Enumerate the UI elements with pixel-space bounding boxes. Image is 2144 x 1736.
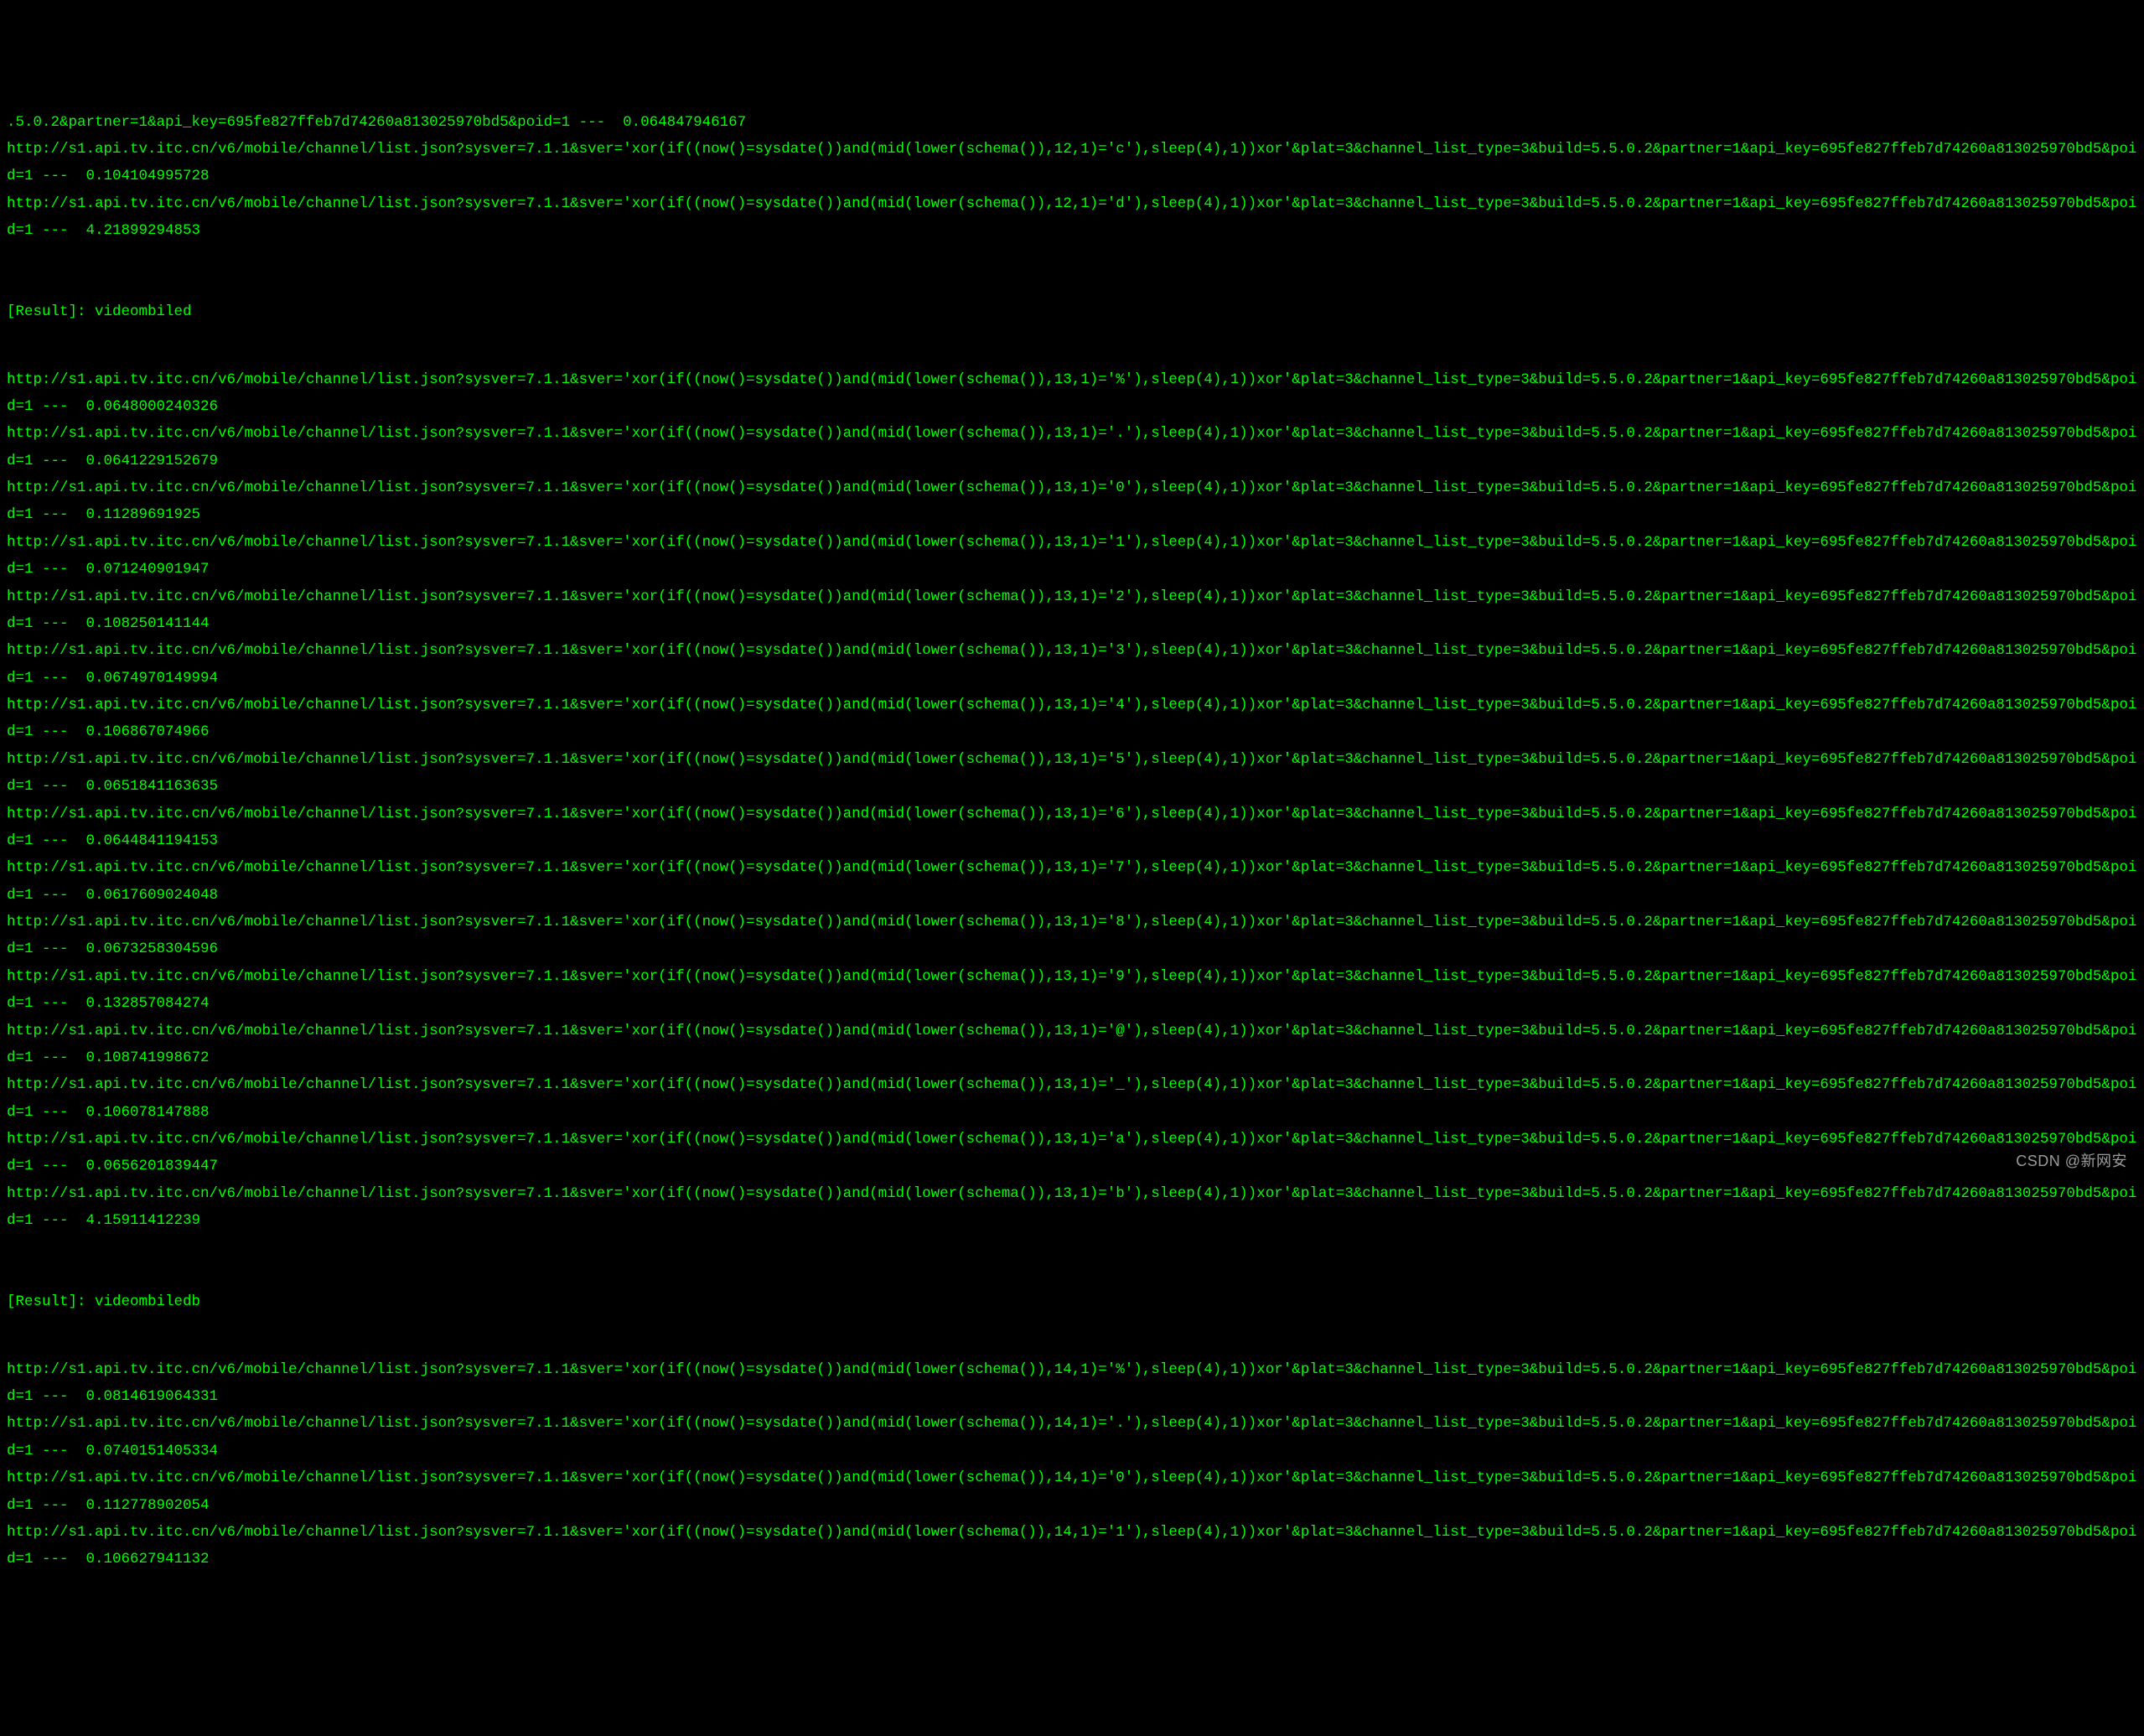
result-line: [Result]: videombiled xyxy=(7,298,2137,325)
log-line: http://s1.api.tv.itc.cn/v6/mobile/channe… xyxy=(7,1464,2137,1519)
log-line: http://s1.api.tv.itc.cn/v6/mobile/channe… xyxy=(7,136,2137,190)
log-line: http://s1.api.tv.itc.cn/v6/mobile/channe… xyxy=(7,1018,2137,1072)
log-line: http://s1.api.tv.itc.cn/v6/mobile/channe… xyxy=(7,1180,2137,1235)
log-line: http://s1.api.tv.itc.cn/v6/mobile/channe… xyxy=(7,801,2137,855)
blank-line xyxy=(7,1235,2137,1262)
log-line: http://s1.api.tv.itc.cn/v6/mobile/channe… xyxy=(7,692,2137,746)
terminal-output: .5.0.2&partner=1&api_key=695fe827ffeb7d7… xyxy=(7,109,2137,1573)
blank-line xyxy=(7,244,2137,271)
log-line: http://s1.api.tv.itc.cn/v6/mobile/channe… xyxy=(7,963,2137,1018)
log-line: http://s1.api.tv.itc.cn/v6/mobile/channe… xyxy=(7,1071,2137,1126)
log-line: http://s1.api.tv.itc.cn/v6/mobile/channe… xyxy=(7,1519,2137,1573)
blank-line xyxy=(7,339,2137,365)
log-line: http://s1.api.tv.itc.cn/v6/mobile/channe… xyxy=(7,366,2137,421)
log-line: .5.0.2&partner=1&api_key=695fe827ffeb7d7… xyxy=(7,109,2137,136)
log-line: http://s1.api.tv.itc.cn/v6/mobile/channe… xyxy=(7,529,2137,583)
result-line: [Result]: videombiledb xyxy=(7,1288,2137,1315)
log-line: http://s1.api.tv.itc.cn/v6/mobile/channe… xyxy=(7,854,2137,909)
log-line: http://s1.api.tv.itc.cn/v6/mobile/channe… xyxy=(7,1356,2137,1411)
log-line: http://s1.api.tv.itc.cn/v6/mobile/channe… xyxy=(7,420,2137,474)
log-line: http://s1.api.tv.itc.cn/v6/mobile/channe… xyxy=(7,1126,2137,1180)
log-line: http://s1.api.tv.itc.cn/v6/mobile/channe… xyxy=(7,746,2137,801)
log-line: http://s1.api.tv.itc.cn/v6/mobile/channe… xyxy=(7,190,2137,245)
log-line: http://s1.api.tv.itc.cn/v6/mobile/channe… xyxy=(7,637,2137,692)
log-line: http://s1.api.tv.itc.cn/v6/mobile/channe… xyxy=(7,1410,2137,1464)
blank-line xyxy=(7,1329,2137,1355)
log-line: http://s1.api.tv.itc.cn/v6/mobile/channe… xyxy=(7,583,2137,638)
log-line: http://s1.api.tv.itc.cn/v6/mobile/channe… xyxy=(7,909,2137,963)
log-line: http://s1.api.tv.itc.cn/v6/mobile/channe… xyxy=(7,474,2137,529)
